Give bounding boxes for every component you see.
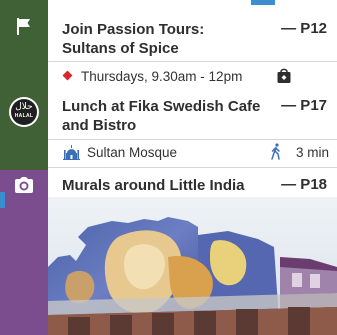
halal-arabic: حلال bbox=[15, 102, 33, 112]
category-rail-purple bbox=[0, 170, 48, 335]
shopping-bag-icon bbox=[277, 68, 291, 83]
page-reference[interactable]: — P12 bbox=[281, 20, 327, 37]
item-title[interactable]: Join Passion Tours: Sultans of Spice bbox=[62, 20, 262, 58]
divider bbox=[48, 139, 337, 140]
flag-icon bbox=[17, 18, 30, 35]
divider bbox=[48, 61, 337, 62]
halal-label: HALAL bbox=[14, 113, 34, 119]
top-scroll-indicator bbox=[251, 0, 275, 5]
halal-icon: حلال HALAL bbox=[9, 97, 39, 127]
item-title[interactable]: Murals around Little India bbox=[62, 176, 282, 195]
side-scroll-handle[interactable] bbox=[0, 192, 5, 208]
item-title[interactable]: Lunch at Fika Swedish Cafe and Bistro bbox=[62, 97, 262, 135]
page-reference[interactable]: — P17 bbox=[281, 97, 327, 114]
page-reference[interactable]: — P18 bbox=[281, 176, 327, 193]
mural-photo[interactable] bbox=[48, 197, 337, 335]
walking-icon bbox=[271, 143, 280, 160]
nearby-landmark: Sultan Mosque bbox=[87, 145, 178, 160]
schedule-text: Thursdays, 9.30am - 12pm bbox=[81, 69, 243, 84]
camera-icon bbox=[15, 177, 33, 193]
walk-time: 3 min bbox=[295, 145, 329, 160]
divider bbox=[48, 167, 337, 168]
diamond-bullet-icon bbox=[62, 70, 73, 81]
mosque-icon bbox=[63, 145, 80, 160]
